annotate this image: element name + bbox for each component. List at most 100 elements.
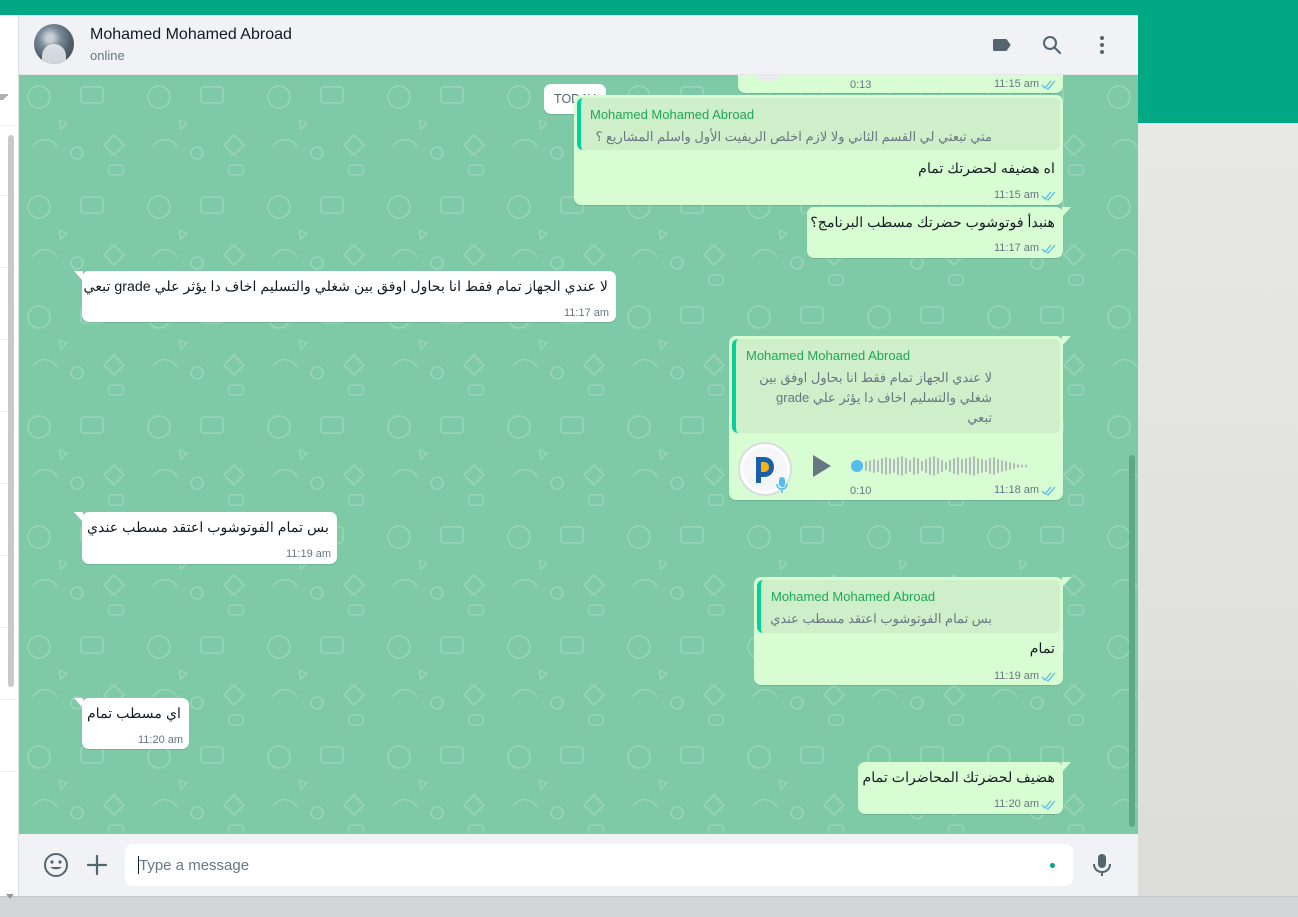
read-ticks-icon: [1041, 486, 1056, 496]
mic-icon[interactable]: [1089, 852, 1115, 878]
filter-icon[interactable]: [0, 93, 8, 104]
quoted-sender: Mohamed Mohamed Abroad: [746, 348, 911, 363]
compose-bar: [19, 834, 1138, 896]
background-accent: [1138, 15, 1298, 123]
message-bubble-outgoing[interactable]: Mohamed Mohamed Abroad متي تبعتي لي القس…: [574, 95, 1063, 205]
waveform-bar: [985, 460, 987, 472]
waveform-bar: [865, 461, 867, 471]
waveform-bar: [949, 460, 951, 472]
chat-area[interactable]: TODAY 0:13 11:15 am Mohamed Mohamed Abro…: [19, 75, 1138, 834]
search-icon[interactable]: [1040, 33, 1064, 57]
waveform-bar: [929, 457, 931, 475]
waveform-bar: [897, 457, 899, 475]
taskbar-strip: [0, 896, 1298, 917]
divider: [0, 771, 19, 772]
message-text: اي مسطب تمام: [86, 706, 181, 722]
message-time: 11:18 am: [994, 484, 1040, 496]
chat-header: Mohamed Mohamed Abroad online: [19, 15, 1138, 75]
message-time: 11:20 am: [994, 798, 1040, 810]
quoted-message[interactable]: Mohamed Mohamed Abroad لا عندي الجهاز تم…: [732, 339, 1060, 433]
message-bubble-outgoing[interactable]: Mohamed Mohamed Abroad لا عندي الجهاز تم…: [729, 336, 1071, 500]
waveform-bar: [869, 460, 871, 472]
waveform-bar: [997, 459, 999, 473]
message-time: 11:15 am: [994, 78, 1040, 90]
message-bubble-outgoing[interactable]: 0:13 11:15 am: [738, 75, 1063, 93]
scroll-down-icon[interactable]: [6, 893, 14, 902]
read-ticks-icon: [1041, 80, 1056, 90]
menu-icon[interactable]: [1090, 33, 1114, 57]
quoted-text: لا عندي الجهاز تمام فقط انا بحاول اوفق ب…: [759, 370, 992, 385]
bubble-tail: [1062, 762, 1071, 772]
waveform-bar: [905, 458, 907, 474]
text-caret: [138, 856, 139, 874]
voice-waveform[interactable]: [851, 454, 1043, 478]
avatar[interactable]: [34, 24, 74, 64]
waveform-bar: [1025, 464, 1027, 468]
quoted-sender: Mohamed Mohamed Abroad: [590, 107, 755, 122]
message-text: اه هضيفه لحضرتك تمام: [918, 161, 1055, 177]
message-text: هنبدأ فوتوشوب حضرتك مسطب البرنامج؟: [810, 215, 1055, 231]
quoted-text: تبعي: [967, 410, 992, 425]
message-bubble-incoming[interactable]: لا عندي الجهاز تمام فقط انا بحاول اوفق ب…: [74, 271, 616, 322]
waveform-bar: [1001, 460, 1003, 472]
divider: [0, 125, 19, 126]
waveform-bar: [917, 458, 919, 474]
message-bubble-incoming[interactable]: بس تمام الفوتوشوب اعتقد مسطب عندي 11:19 …: [74, 512, 337, 564]
waveform-bar: [885, 457, 887, 475]
waveform-bar: [965, 458, 967, 474]
message-time: 11:19 am: [286, 548, 332, 560]
status-dot: [1050, 863, 1055, 868]
waveform-bar: [957, 457, 959, 475]
sidebar-scrollbar[interactable]: [8, 135, 14, 687]
message-time: 11:20 am: [138, 734, 184, 746]
contact-status: online: [90, 48, 125, 63]
message-bubble-outgoing[interactable]: هضيف لحضرتك المحاضرات تمام 11:20 am: [858, 762, 1071, 814]
voice-duration: 0:13: [850, 79, 872, 91]
message-text: تمام: [1029, 641, 1055, 657]
bubble-tail: [74, 271, 83, 281]
read-ticks-icon: [1041, 191, 1056, 201]
quoted-message[interactable]: Mohamed Mohamed Abroad بس تمام الفوتوشوب…: [757, 580, 1060, 633]
play-icon[interactable]: [811, 454, 833, 478]
quoted-text: متي تبعتي لي القسم الثاني ولا لازم اخلص …: [595, 129, 992, 144]
message-text: لا عندي الجهاز تمام فقط انا بحاول اوفق ب…: [83, 279, 609, 295]
chat-scrollbar[interactable]: [1129, 455, 1135, 827]
message-input[interactable]: [125, 844, 1073, 886]
waveform-bar: [981, 459, 983, 473]
message-bubble-outgoing[interactable]: هنبدأ فوتوشوب حضرتك مسطب البرنامج؟ 11:17…: [807, 207, 1071, 258]
chat-list-sidebar: [0, 15, 19, 899]
contact-name[interactable]: Mohamed Mohamed Abroad: [90, 26, 292, 44]
label-icon[interactable]: [990, 33, 1014, 57]
waveform-bar: [913, 457, 915, 475]
waveform-bar: [1021, 464, 1023, 468]
bubble-tail: [1062, 577, 1071, 587]
waveform-bar: [973, 456, 975, 476]
read-ticks-icon: [1041, 672, 1056, 682]
emoji-icon[interactable]: [43, 852, 69, 878]
waveform-bar: [921, 461, 923, 471]
bubble-tail: [1062, 207, 1071, 217]
message-time: 11:17 am: [994, 242, 1040, 254]
waveform-bar: [953, 458, 955, 474]
quoted-sender: Mohamed Mohamed Abroad: [771, 589, 936, 604]
plus-icon[interactable]: [84, 852, 110, 878]
waveform-bar: [909, 460, 911, 472]
waveform-bar: [893, 459, 895, 473]
divider: [0, 699, 19, 700]
read-ticks-icon: [1041, 800, 1056, 810]
waveform-bar: [1017, 464, 1019, 468]
waveform-bar: [901, 456, 903, 476]
message-bubble-outgoing[interactable]: Mohamed Mohamed Abroad بس تمام الفوتوشوب…: [754, 577, 1071, 685]
waveform-bar: [933, 456, 935, 476]
waveform-bar: [993, 457, 995, 475]
mic-icon: [776, 477, 788, 493]
message-time: 11:19 am: [994, 670, 1040, 682]
waveform-bar: [977, 458, 979, 474]
bubble-tail: [1062, 336, 1071, 346]
read-ticks-icon: [1041, 244, 1056, 254]
waveform-bar: [877, 460, 879, 472]
message-bubble-incoming[interactable]: اي مسطب تمام 11:20 am: [74, 698, 189, 749]
playhead[interactable]: [851, 460, 863, 472]
waveform-bar: [945, 462, 947, 470]
quoted-message[interactable]: Mohamed Mohamed Abroad متي تبعتي لي القس…: [577, 98, 1060, 150]
